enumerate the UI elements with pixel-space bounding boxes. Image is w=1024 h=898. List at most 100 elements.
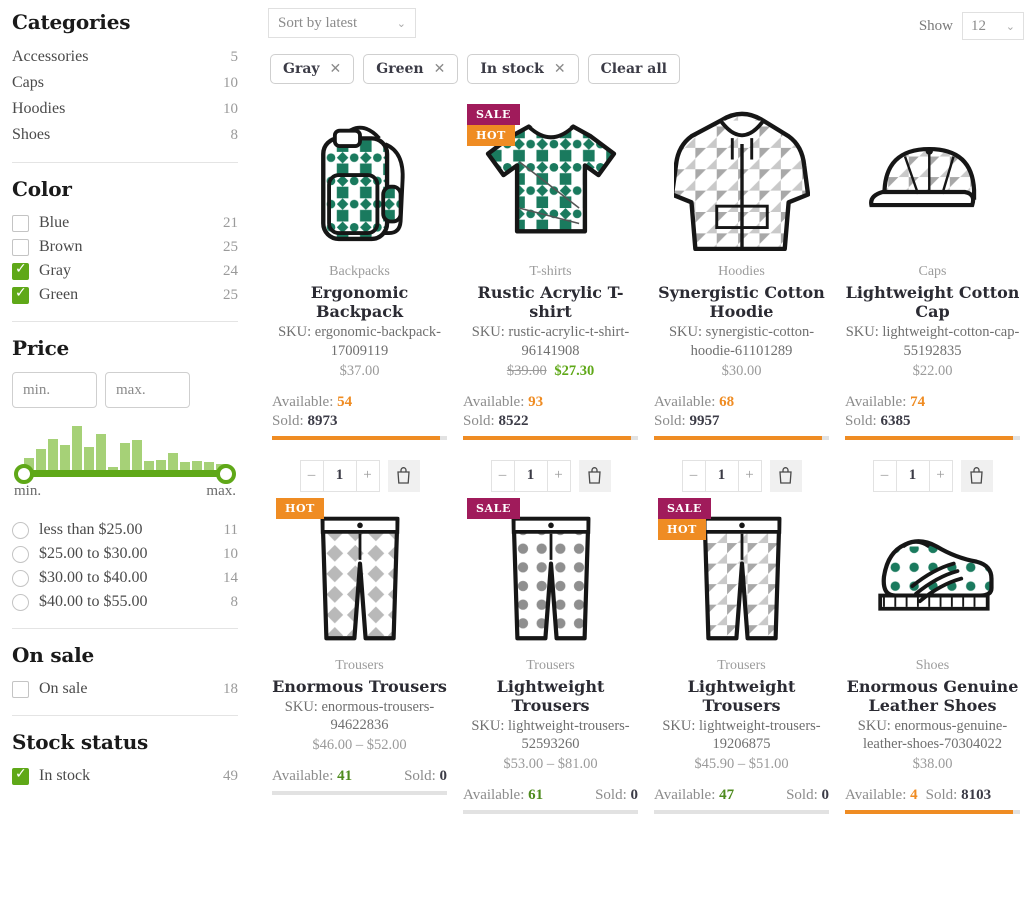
product-image[interactable] (272, 98, 447, 258)
add-to-cart-button[interactable] (769, 459, 802, 492)
product-image[interactable] (845, 492, 1020, 652)
product-card[interactable]: HOT Trousers Enormous Trousers SKU: enor… (268, 492, 451, 815)
product-title[interactable]: Enormous Trousers (272, 677, 447, 696)
product-title[interactable]: Lightweight Cotton Cap (845, 283, 1020, 321)
sold-count: 8103 (961, 787, 992, 804)
filter-chip[interactable]: Gray ✕ (270, 54, 355, 84)
product-image[interactable] (845, 98, 1020, 258)
product-title[interactable]: Lightweight Trousers (463, 677, 638, 715)
checkbox-icon[interactable] (12, 680, 29, 698)
color-filter-item[interactable]: Blue 21 (12, 211, 238, 235)
quantity-stepper[interactable]: – 1 + (299, 459, 380, 492)
show-select[interactable]: 12 ⌄ (962, 12, 1024, 40)
close-icon[interactable]: ✕ (434, 61, 446, 77)
stock-status-item[interactable]: In stock 49 (12, 764, 238, 788)
product-card[interactable]: SALE HOT T-shirts Rustic Acrylic T-shirt … (459, 98, 642, 492)
quantity-stepper[interactable]: – 1 + (681, 459, 762, 492)
quantity-decrease-button[interactable]: – (683, 461, 705, 491)
quantity-value[interactable]: 1 (895, 460, 930, 491)
histogram-bar (144, 460, 154, 470)
stock-status-list: In stock 49 (12, 764, 238, 788)
quantity-decrease-button[interactable]: – (492, 461, 514, 491)
quantity-increase-button[interactable]: + (548, 461, 570, 491)
stock-status-item-label: In stock (39, 767, 91, 784)
quantity-decrease-button[interactable]: – (301, 461, 323, 491)
quantity-stepper[interactable]: – 1 + (872, 459, 953, 492)
product-card[interactable]: SALE HOT Trousers Lightweight Trousers SK… (650, 492, 833, 815)
quantity-decrease-button[interactable]: – (874, 461, 896, 491)
color-filter-item[interactable]: Gray 24 (12, 259, 238, 283)
product-card[interactable]: Hoodies Synergistic Cotton Hoodie SKU: s… (650, 98, 833, 492)
available-count: 41 (337, 768, 353, 785)
checkbox-icon[interactable] (12, 214, 29, 232)
product-badges: SALE HOT (467, 104, 520, 146)
quantity-value[interactable]: 1 (704, 460, 739, 491)
product-badges: SALE HOT (658, 497, 711, 540)
price-range-item[interactable]: $25.00 to $30.00 10 (12, 542, 238, 566)
price-slider-min-handle[interactable] (14, 463, 34, 484)
quantity-increase-button[interactable]: + (357, 461, 379, 491)
checkbox-icon[interactable] (12, 766, 29, 785)
radio-icon[interactable] (12, 521, 29, 539)
show-per-page: Show 12 ⌄ (919, 8, 1024, 40)
checkbox-icon[interactable] (12, 238, 29, 256)
color-filter-item[interactable]: Brown 25 (12, 235, 238, 259)
product-title[interactable]: Synergistic Cotton Hoodie (654, 283, 829, 321)
category-item[interactable]: Accessories 5 (12, 44, 238, 70)
quantity-stepper[interactable]: – 1 + (490, 459, 571, 492)
quantity-value[interactable]: 1 (322, 460, 357, 491)
checkbox-icon[interactable] (12, 285, 29, 304)
product-card[interactable]: Shoes Enormous Genuine Leather Shoes SKU… (841, 492, 1024, 815)
product-sku: SKU: enormous-trousers-94622836 (284, 698, 435, 733)
color-heading: Color (12, 177, 72, 201)
product-title[interactable]: Enormous Genuine Leather Shoes (845, 677, 1020, 715)
close-icon[interactable]: ✕ (554, 61, 566, 77)
price-histogram-slider[interactable]: min. max. (12, 424, 238, 500)
histogram-bar (60, 445, 70, 470)
available-label: Available: (272, 768, 334, 785)
add-to-cart-button[interactable] (387, 459, 420, 492)
chevron-down-icon: ⌄ (396, 16, 406, 30)
quantity-value[interactable]: 1 (513, 460, 548, 491)
category-item[interactable]: Hoodies 10 (12, 96, 238, 122)
add-to-cart-button[interactable] (960, 459, 993, 492)
price-slider-max-handle[interactable] (216, 463, 236, 484)
sold-count: 8522 (498, 412, 529, 429)
price-range-item[interactable]: $30.00 to $40.00 14 (12, 566, 238, 590)
category-item[interactable]: Caps 10 (12, 70, 238, 96)
price-value: $30.00 (721, 362, 762, 379)
checkbox-icon[interactable] (12, 261, 29, 280)
radio-icon[interactable] (12, 593, 29, 611)
filter-chip[interactable]: Clear all (587, 54, 680, 84)
quantity-increase-button[interactable]: + (930, 461, 952, 491)
product-card[interactable]: Backpacks Ergonomic Backpack SKU: ergono… (268, 98, 451, 492)
color-filter-item[interactable]: Green 25 (12, 283, 238, 307)
product-stats: Available: 68 Sold: 9957 (654, 394, 829, 430)
product-image[interactable] (654, 98, 829, 258)
radio-icon[interactable] (12, 545, 29, 563)
product-price: $37.00 (272, 363, 447, 380)
price-slider-track[interactable] (14, 463, 236, 484)
product-card[interactable]: SALE Trousers Lightweight Trousers SKU: … (459, 492, 642, 815)
product-card[interactable]: Caps Lightweight Cotton Cap SKU: lightwe… (841, 98, 1024, 492)
categories-heading: Categories (12, 10, 131, 34)
category-item[interactable]: Shoes 8 (12, 122, 238, 148)
product-sku: SKU: rustic-acrylic-t-shirt-96141908 (471, 324, 630, 359)
price-max-input[interactable] (105, 372, 190, 408)
filter-chip[interactable]: Green ✕ (363, 54, 459, 84)
product-title[interactable]: Rustic Acrylic T-shirt (463, 283, 638, 321)
filter-chip[interactable]: In stock ✕ (467, 54, 579, 84)
quantity-increase-button[interactable]: + (739, 461, 761, 491)
radio-icon[interactable] (12, 569, 29, 587)
histogram-bar (84, 446, 94, 470)
price-range-item[interactable]: $40.00 to $55.00 8 (12, 590, 238, 614)
product-title[interactable]: Lightweight Trousers (654, 677, 829, 715)
close-icon[interactable]: ✕ (330, 61, 342, 77)
product-title[interactable]: Ergonomic Backpack (272, 283, 447, 321)
product-category: Backpacks (329, 264, 390, 279)
add-to-cart-button[interactable] (578, 459, 611, 492)
sort-select[interactable]: Sort by latest ⌄ (268, 8, 416, 38)
price-range-item[interactable]: less than $25.00 11 (12, 518, 238, 542)
price-min-input[interactable] (12, 372, 97, 408)
on-sale-item[interactable]: On sale 18 (12, 677, 238, 701)
